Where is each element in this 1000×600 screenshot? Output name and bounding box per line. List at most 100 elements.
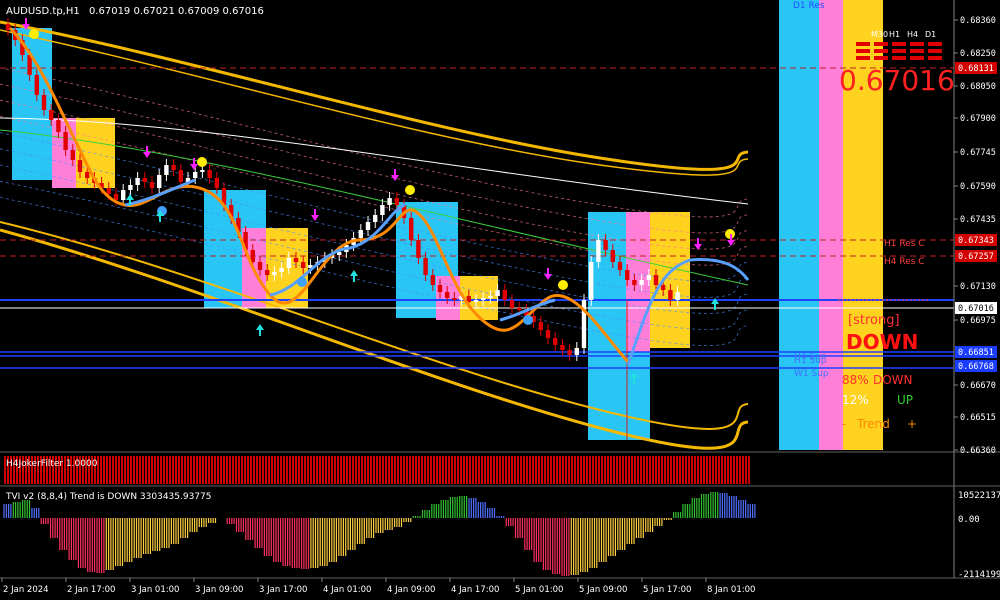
joker-bar — [157, 456, 159, 484]
joker-bar — [313, 456, 315, 484]
up-pct: 12% — [842, 393, 869, 407]
joker-bar — [436, 456, 438, 484]
joker-bar — [373, 456, 375, 484]
joker-bar — [466, 456, 468, 484]
candle-body — [34, 75, 39, 95]
joker-bar — [481, 456, 483, 484]
joker-bar — [166, 456, 168, 484]
joker-bar — [727, 456, 729, 484]
joker-bar — [376, 456, 378, 484]
candle-body — [387, 198, 392, 205]
joker-bar — [652, 456, 654, 484]
candle-body — [538, 322, 543, 330]
price-tick-label: 0.68250 — [960, 49, 996, 59]
joker-bar — [457, 456, 459, 484]
joker-bar — [286, 456, 288, 484]
candle-body — [603, 240, 608, 250]
joker-bar — [430, 456, 432, 484]
joker-bar — [658, 456, 660, 484]
joker-bar — [328, 456, 330, 484]
price-tick-label: 0.67130 — [960, 282, 996, 292]
joker-bar — [403, 456, 405, 484]
joker-bar — [367, 456, 369, 484]
joker-bar — [685, 456, 687, 484]
candle-body — [495, 290, 500, 296]
joker-bar — [208, 456, 210, 484]
joker-bar — [235, 456, 237, 484]
joker-bar — [439, 456, 441, 484]
candle-body — [481, 298, 486, 300]
level-label-h1_res: H1 Res C — [884, 239, 925, 249]
signal-cell — [928, 42, 942, 46]
joker-bar — [304, 456, 306, 484]
signal-cell — [892, 56, 906, 60]
trend-prefix: - — [842, 417, 846, 431]
candle-body — [553, 338, 558, 345]
candle-body — [41, 95, 47, 110]
candle-body — [250, 250, 255, 262]
signal-cell — [874, 56, 888, 60]
joker-bar — [379, 456, 381, 484]
joker-bar — [748, 456, 750, 484]
joker-bar — [625, 456, 627, 484]
joker-bar — [538, 456, 540, 484]
joker-bar — [214, 456, 216, 484]
joker-bar — [343, 456, 345, 484]
signal-cell — [874, 49, 888, 53]
joker-bar — [280, 456, 282, 484]
joker-bar — [382, 456, 384, 484]
joker-bar — [394, 456, 396, 484]
joker-bar — [229, 456, 231, 484]
joker-bar — [448, 456, 450, 484]
joker-bar — [622, 456, 624, 484]
joker-bar — [262, 456, 264, 484]
joker-bar — [628, 456, 630, 484]
joker-bar — [433, 456, 435, 484]
joker-bar — [325, 456, 327, 484]
joker-bar — [250, 456, 252, 484]
joker-bar — [511, 456, 513, 484]
candle-body — [574, 348, 579, 355]
signal-cell — [910, 42, 924, 46]
candle-body — [437, 285, 443, 292]
joker-bar — [187, 456, 189, 484]
candle-body — [632, 280, 637, 285]
candle-body — [49, 110, 54, 120]
signal-cell — [892, 49, 906, 53]
signal-cell — [928, 49, 942, 53]
joker-bar — [493, 456, 495, 484]
candle-body — [488, 296, 493, 298]
signal-cell — [856, 42, 870, 46]
candle-body — [423, 258, 428, 275]
chart-canvas[interactable]: D1 ResH1 Res CH4 Res CH4 SupH1 SupW1 Sup… — [0, 0, 1000, 600]
joker-bar — [715, 456, 717, 484]
joker-bar — [664, 456, 666, 484]
candle-body — [661, 285, 666, 290]
joker-bar — [259, 456, 261, 484]
joker-bar — [298, 456, 300, 484]
joker-bar — [112, 456, 114, 484]
joker-bar — [472, 456, 474, 484]
candle-body — [502, 290, 507, 300]
joker-bar — [484, 456, 486, 484]
level-label-d1_res: D1 Res — [793, 1, 825, 11]
signal-dot — [297, 277, 307, 287]
joker-bar — [553, 456, 555, 484]
joker-bar — [415, 456, 417, 484]
candle-body — [646, 275, 651, 280]
candle-body — [272, 272, 277, 275]
joker-bar — [529, 456, 531, 484]
joker-bar — [256, 456, 258, 484]
joker-bar — [733, 456, 735, 484]
candle-body — [301, 262, 306, 268]
candle-body — [625, 270, 630, 280]
price-tick-label: 0.66360 — [960, 446, 996, 456]
joker-bar — [148, 456, 150, 484]
joker-bar — [730, 456, 732, 484]
candle-body — [416, 240, 421, 258]
joker-bar — [460, 456, 462, 484]
time-tick-label: 3 Jan 01:00 — [131, 585, 179, 595]
direction-label: DOWN — [846, 330, 918, 354]
joker-bar — [154, 456, 156, 484]
candle-body — [265, 270, 270, 275]
